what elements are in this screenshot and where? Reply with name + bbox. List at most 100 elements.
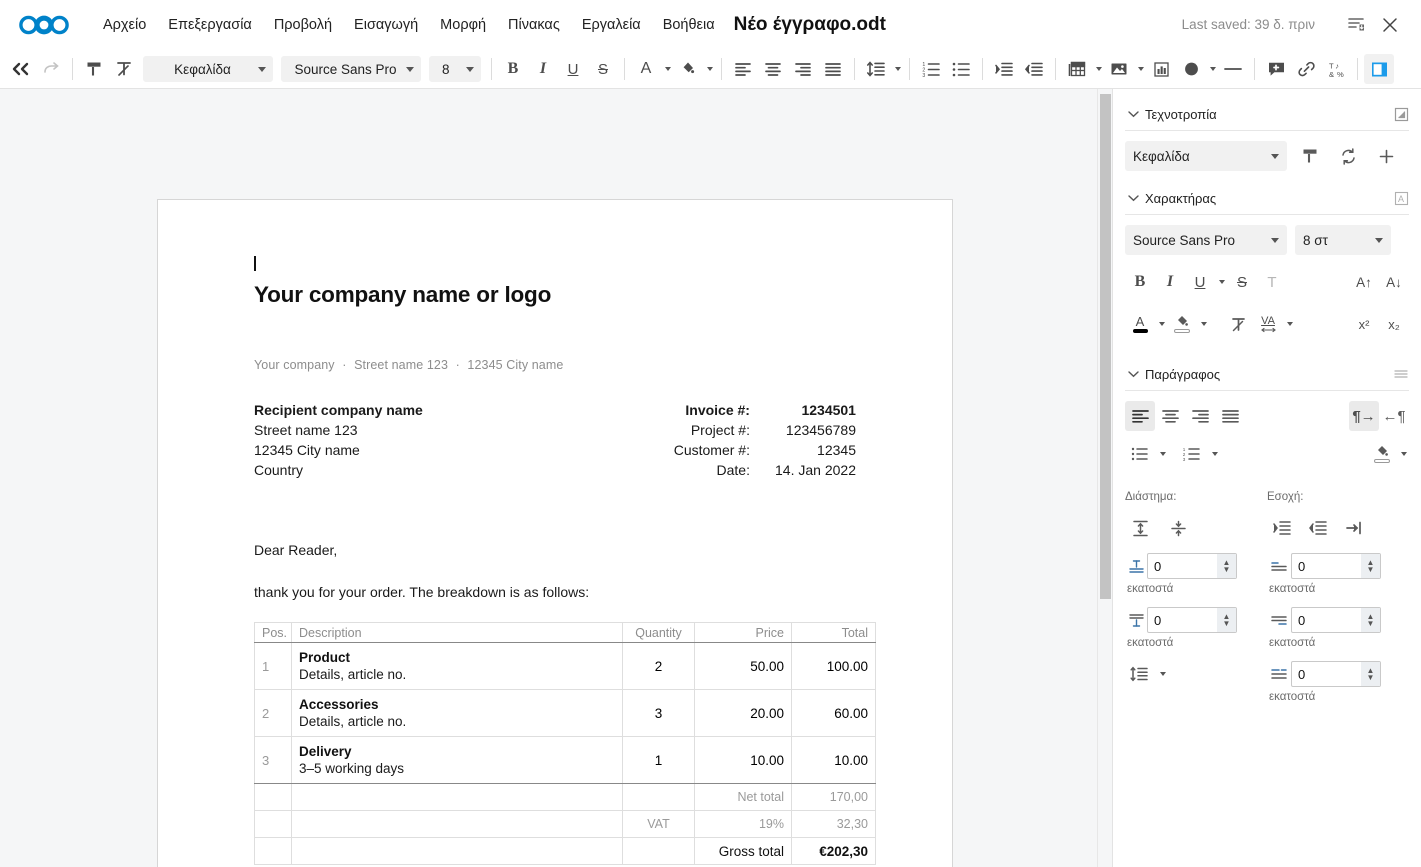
increase-indent-icon[interactable] xyxy=(989,54,1019,84)
sidebar-align-center-icon[interactable] xyxy=(1155,401,1185,431)
insert-shape-dropdown[interactable] xyxy=(1206,54,1218,84)
sidebar-italic-button[interactable]: I xyxy=(1155,267,1185,297)
insert-table-icon[interactable] xyxy=(1062,54,1092,84)
spacing-below-stepper[interactable]: ▲ ▼ xyxy=(1217,608,1236,632)
indent-before-field[interactable]: 0 ▲ ▼ xyxy=(1291,553,1381,579)
sidebar-font-size-dropdown[interactable]: 8 στ xyxy=(1295,225,1391,255)
open-dialog-icon[interactable] xyxy=(1394,107,1409,122)
bullet-list-icon[interactable] xyxy=(946,54,976,84)
sidebar-line-spacing-icon[interactable] xyxy=(1125,659,1155,689)
menu-item-insert[interactable]: Εισαγωγή xyxy=(343,11,429,39)
underline-dropdown[interactable] xyxy=(1215,267,1227,297)
left-to-right-icon[interactable]: ¶→ xyxy=(1349,401,1379,431)
indent-before-stepper[interactable]: ▲ ▼ xyxy=(1361,554,1380,578)
spacing-above-field[interactable]: 0 ▲ ▼ xyxy=(1147,553,1237,579)
sidebar-font-color-button[interactable]: A xyxy=(1125,309,1155,339)
table-row[interactable]: 2 Accessories Details, article no. 3 20.… xyxy=(254,689,876,737)
document-canvas[interactable]: Your company name or logo Your company ·… xyxy=(0,89,1112,867)
decrease-indent-icon[interactable] xyxy=(1019,54,1049,84)
sidebar-bullet-list-icon[interactable] xyxy=(1125,439,1155,469)
document-page[interactable]: Your company name or logo Your company ·… xyxy=(157,199,953,867)
insert-shape-icon[interactable] xyxy=(1176,54,1206,84)
new-style-icon[interactable] xyxy=(1371,141,1401,171)
underline-button[interactable]: U xyxy=(558,54,588,84)
menu-item-tools[interactable]: Εργαλεία xyxy=(571,11,652,39)
sidebar-numbered-list-icon[interactable]: 1 2 3 xyxy=(1177,439,1207,469)
numbered-list-icon[interactable]: 1 2 3 xyxy=(916,54,946,84)
right-to-left-icon[interactable]: ←¶ xyxy=(1379,401,1409,431)
align-left-icon[interactable] xyxy=(728,54,758,84)
clone-formatting-icon[interactable] xyxy=(79,54,109,84)
insert-line-icon[interactable] xyxy=(1218,54,1248,84)
style-section-header[interactable]: Τεχνοτροπία xyxy=(1125,101,1409,127)
font-size-dropdown[interactable]: 8 xyxy=(429,56,481,82)
vertical-scrollbar[interactable] xyxy=(1097,89,1112,867)
bullet-list-dropdown[interactable] xyxy=(1155,439,1168,469)
font-color-dropdown[interactable] xyxy=(661,54,673,84)
character-spacing-button[interactable]: VA xyxy=(1253,309,1283,339)
insert-table-dropdown[interactable] xyxy=(1092,54,1104,84)
insert-link-icon[interactable] xyxy=(1291,54,1321,84)
hanging-indent-icon[interactable] xyxy=(1339,513,1369,543)
summary-row-gross[interactable]: Gross total €202,30 xyxy=(254,837,876,865)
sidebar-font-name-dropdown[interactable]: Source Sans Pro xyxy=(1125,225,1287,255)
sidebar-bold-button[interactable]: B xyxy=(1125,267,1155,297)
sidebar-toggle-icon[interactable] xyxy=(1364,54,1394,84)
summary-row-vat[interactable]: VAT 19% 32,30 xyxy=(254,810,876,838)
summary-row-net[interactable]: Net total 170,00 xyxy=(254,783,876,811)
close-icon[interactable] xyxy=(1373,8,1407,42)
table-row[interactable]: 1 Product Details, article no. 2 50.00 1… xyxy=(254,642,876,690)
align-center-icon[interactable] xyxy=(758,54,788,84)
paragraph-section-header[interactable]: Παράγραφος xyxy=(1125,361,1409,387)
superscript-button[interactable]: x² xyxy=(1349,309,1379,339)
clone-formatting-icon[interactable] xyxy=(1295,141,1325,171)
sidebar-align-justify-icon[interactable] xyxy=(1215,401,1245,431)
clear-formatting-icon[interactable] xyxy=(109,54,139,84)
menu-item-table[interactable]: Πίνακας xyxy=(497,11,571,39)
align-right-icon[interactable] xyxy=(788,54,818,84)
strikethrough-button[interactable]: S xyxy=(588,54,618,84)
menu-item-help[interactable]: Βοήθεια xyxy=(652,11,726,39)
font-color-button[interactable]: A xyxy=(631,54,661,84)
sidebar-align-right-icon[interactable] xyxy=(1185,401,1215,431)
menu-item-format[interactable]: Μορφή xyxy=(429,11,497,39)
sidebar-decrease-indent-icon[interactable] xyxy=(1303,513,1333,543)
subscript-button[interactable]: x₂ xyxy=(1379,309,1409,339)
increase-spacing-icon[interactable] xyxy=(1125,513,1155,543)
align-justify-icon[interactable] xyxy=(818,54,848,84)
highlight-icon[interactable] xyxy=(673,54,703,84)
italic-button[interactable]: I xyxy=(528,54,558,84)
sidebar-align-left-icon[interactable] xyxy=(1125,401,1155,431)
line-spacing-icon[interactable] xyxy=(861,54,891,84)
paragraph-style-dropdown[interactable]: Κεφαλίδα xyxy=(143,56,273,82)
spacing-below-field[interactable]: 0 ▲ ▼ xyxy=(1147,607,1237,633)
shrink-font-button[interactable]: A↓ xyxy=(1379,267,1409,297)
scrollbar-thumb[interactable] xyxy=(1100,94,1111,599)
line-spacing-dropdown[interactable] xyxy=(891,54,903,84)
line-spacing-dropdown[interactable] xyxy=(1155,659,1168,689)
character-section-header[interactable]: Χαρακτήρας A xyxy=(1125,185,1409,211)
font-color-dropdown[interactable] xyxy=(1155,309,1167,339)
sidebar-style-dropdown[interactable]: Κεφαλίδα xyxy=(1125,141,1287,171)
sidebar-underline-button[interactable]: U xyxy=(1185,267,1215,297)
menu-item-edit[interactable]: Επεξεργασία xyxy=(157,11,263,39)
paragraph-dialog-icon[interactable] xyxy=(1393,368,1409,380)
first-line-indent-field[interactable]: 0 ▲ ▼ xyxy=(1291,661,1381,687)
invoice-table[interactable]: Pos. Description Quantity Price Total 1 xyxy=(254,622,876,865)
redo-icon[interactable] xyxy=(36,54,66,84)
undo-icon[interactable] xyxy=(6,54,36,84)
character-dialog-icon[interactable]: A xyxy=(1394,191,1409,206)
table-row[interactable]: 3 Delivery 3–5 working days 1 10.00 10.0… xyxy=(254,736,876,784)
sidebar-strikethrough-button[interactable]: S xyxy=(1227,267,1257,297)
spacing-above-stepper[interactable]: ▲ ▼ xyxy=(1217,554,1236,578)
menu-item-file[interactable]: Αρχείο xyxy=(92,11,157,39)
save-as-icon[interactable] xyxy=(1339,8,1373,42)
indent-after-stepper[interactable]: ▲ ▼ xyxy=(1361,608,1380,632)
update-style-icon[interactable] xyxy=(1333,141,1363,171)
menu-item-view[interactable]: Προβολή xyxy=(263,11,343,39)
insert-image-dropdown[interactable] xyxy=(1134,54,1146,84)
numbered-list-dropdown[interactable] xyxy=(1207,439,1220,469)
sidebar-shadow-button[interactable]: T xyxy=(1257,267,1287,297)
grow-font-button[interactable]: A↑ xyxy=(1349,267,1379,297)
paragraph-background-dropdown[interactable] xyxy=(1397,439,1409,469)
